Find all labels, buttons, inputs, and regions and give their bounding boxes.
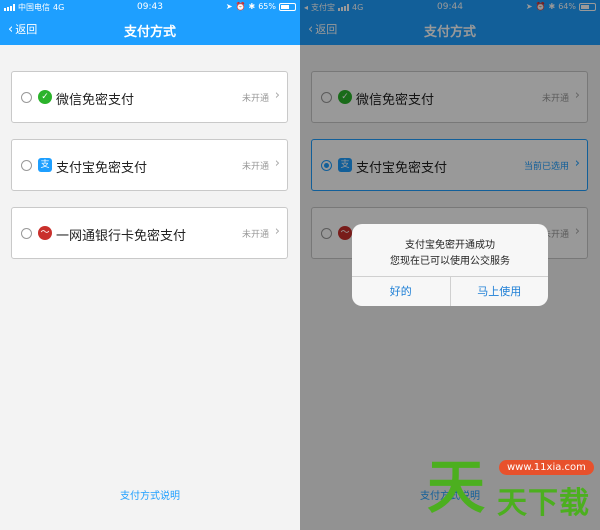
dialog-message: 您现在已可以使用公交服务	[390, 256, 510, 267]
use-now-button[interactable]: 马上使用	[449, 277, 549, 306]
radio-button[interactable]	[21, 160, 32, 171]
radio-button[interactable]	[21, 228, 32, 239]
chevron-right-icon: ›	[274, 88, 280, 103]
dialog-title: 支付宝免密开通成功	[405, 240, 495, 251]
chevron-right-icon: ›	[274, 156, 280, 171]
watermark-url: www.11xia.com	[499, 460, 594, 475]
wechat-icon: ✓	[38, 90, 52, 104]
cmb-bank-icon: 〜	[38, 226, 52, 240]
option-bank-card[interactable]: 〜 一网通银行卡免密支付 未开通 ›	[11, 207, 288, 259]
option-wechat[interactable]: ✓ 微信免密支付 未开通 ›	[11, 71, 288, 123]
left-screen: 中国电信 4G 09:43 ➤ ⏰ ✱ 65% ‹ 返回 支付方式 ✓ 微信免密…	[0, 0, 300, 530]
watermark-text: 天下载	[497, 486, 590, 521]
bluetooth-icon: ✱	[248, 2, 256, 11]
status-bar: 中国电信 4G 09:43 ➤ ⏰ ✱ 65%	[0, 0, 300, 14]
option-alipay[interactable]: 支 支付宝免密支付 未开通 ›	[11, 139, 288, 191]
header: 中国电信 4G 09:43 ➤ ⏰ ✱ 65% ‹ 返回 支付方式	[0, 0, 300, 45]
alarm-icon: ⏰	[235, 2, 246, 11]
nav-bar: ‹ 返回 支付方式	[0, 14, 300, 45]
option-status: 未开通	[241, 162, 269, 172]
chevron-right-icon: ›	[274, 224, 280, 239]
battery-icon	[279, 2, 296, 11]
option-label: 一网通银行卡免密支付	[56, 229, 187, 244]
alipay-icon: 支	[38, 158, 52, 172]
right-screen: ◂ 支付宝 4G 09:44 ➤ ⏰ ✱ 64% ‹ 返回 支付方式 ✓ 微信免…	[300, 0, 600, 530]
option-label: 支付宝免密支付	[56, 161, 148, 176]
success-dialog: 支付宝免密开通成功 您现在已可以使用公交服务 好的 马上使用	[352, 224, 548, 306]
option-status: 未开通	[241, 94, 269, 104]
dialog-buttons: 好的 马上使用	[352, 276, 548, 306]
option-status: 未开通	[241, 230, 269, 240]
payment-explain-link[interactable]: 支付方式说明	[0, 487, 300, 502]
site-watermark-logo: 天 www.11xia.com 天下载	[425, 452, 600, 530]
ok-button[interactable]: 好的	[352, 277, 450, 306]
battery-percent: 65%	[258, 2, 276, 11]
option-label: 微信免密支付	[56, 93, 135, 108]
radio-button[interactable]	[21, 92, 32, 103]
location-icon: ➤	[225, 2, 233, 11]
watermark-big-char: 天	[427, 453, 486, 521]
page-title: 支付方式	[123, 25, 176, 40]
